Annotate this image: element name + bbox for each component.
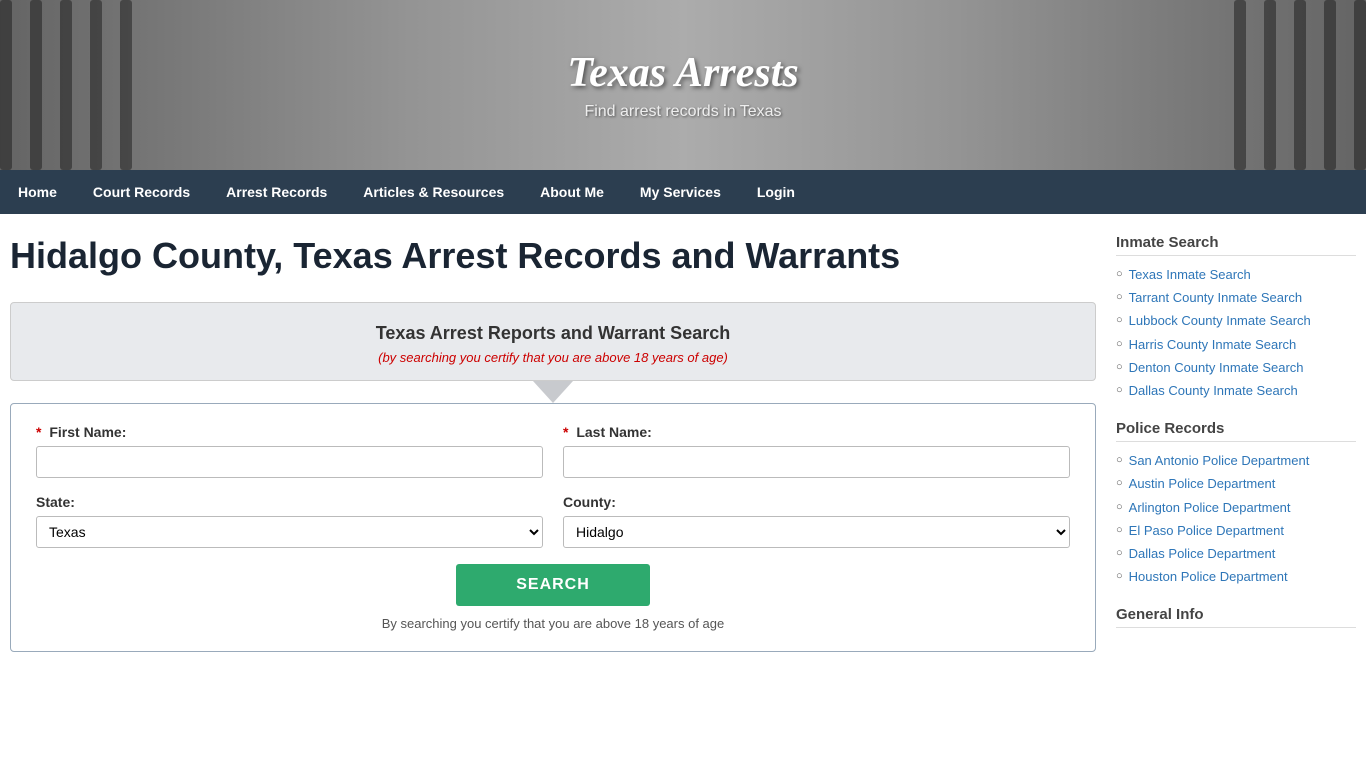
last-name-label-text: Last Name: [576,424,651,440]
county-group: County: Hidalgo [563,494,1070,548]
main-layout: Hidalgo County, Texas Arrest Records and… [0,214,1366,672]
inmate-search-title: Inmate Search [1116,234,1356,256]
police-link-san-antonio[interactable]: San Antonio Police Department [1129,452,1310,470]
police-records-list: San Antonio Police Department Austin Pol… [1116,452,1356,586]
site-title: Texas Arrests [567,49,798,97]
list-item: Lubbock County Inmate Search [1116,312,1356,330]
last-name-group: * Last Name: [563,424,1070,478]
police-link-austin[interactable]: Austin Police Department [1129,475,1276,493]
nav-item-court-records[interactable]: Court Records [75,170,208,214]
first-name-required-star: * [36,424,41,440]
header-title-wrap: Texas Arrests Find arrest records in Tex… [567,49,798,121]
list-item: Texas Inmate Search [1116,266,1356,284]
nav-item-services[interactable]: My Services [622,170,739,214]
site-subtitle: Find arrest records in Texas [567,103,798,121]
sidebar: Inmate Search Texas Inmate Search Tarran… [1116,234,1356,652]
inmate-link-denton[interactable]: Denton County Inmate Search [1129,359,1304,377]
list-item: Austin Police Department [1116,475,1356,493]
form-footer-note: By searching you certify that you are ab… [36,616,1070,631]
page-title: Hidalgo County, Texas Arrest Records and… [10,234,1096,277]
nav-item-arrest-records[interactable]: Arrest Records [208,170,345,214]
list-item: San Antonio Police Department [1116,452,1356,470]
nav-item-about[interactable]: About Me [522,170,622,214]
sidebar-general-info: General Info [1116,606,1356,628]
down-arrow-icon [533,381,573,403]
sidebar-police-records: Police Records San Antonio Police Depart… [1116,420,1356,586]
last-name-required-star: * [563,424,568,440]
county-select[interactable]: Hidalgo [563,516,1070,548]
nav-link-arrest-records[interactable]: Arrest Records [208,170,345,214]
list-item: Tarrant County Inmate Search [1116,289,1356,307]
list-item: Houston Police Department [1116,568,1356,586]
county-label: County: [563,494,1070,510]
nav-link-articles[interactable]: Articles & Resources [345,170,522,214]
police-records-title: Police Records [1116,420,1356,442]
nav-link-court-records[interactable]: Court Records [75,170,208,214]
list-item: El Paso Police Department [1116,522,1356,540]
main-navbar: Home Court Records Arrest Records Articl… [0,170,1366,214]
nav-link-services[interactable]: My Services [622,170,739,214]
state-group: State: Texas [36,494,543,548]
search-box-title: Texas Arrest Reports and Warrant Search [31,323,1075,344]
state-label: State: [36,494,543,510]
inmate-link-texas[interactable]: Texas Inmate Search [1129,266,1251,284]
name-row: * First Name: * Last Name: [36,424,1070,478]
list-item: Dallas County Inmate Search [1116,382,1356,400]
list-item: Harris County Inmate Search [1116,336,1356,354]
police-link-houston[interactable]: Houston Police Department [1129,568,1288,586]
search-button[interactable]: SEARCH [456,564,650,606]
first-name-input[interactable] [36,446,543,478]
nav-link-about[interactable]: About Me [522,170,622,214]
nav-item-login[interactable]: Login [739,170,813,214]
first-name-label: * First Name: [36,424,543,440]
police-link-dallas[interactable]: Dallas Police Department [1129,545,1276,563]
first-name-group: * First Name: [36,424,543,478]
content-area: Hidalgo County, Texas Arrest Records and… [10,234,1096,652]
nav-link-home[interactable]: Home [0,170,75,214]
first-name-label-text: First Name: [49,424,126,440]
list-item: Dallas Police Department [1116,545,1356,563]
inmate-link-harris[interactable]: Harris County Inmate Search [1129,336,1297,354]
state-select[interactable]: Texas [36,516,543,548]
search-button-wrap: SEARCH [36,564,1070,606]
nav-item-articles[interactable]: Articles & Resources [345,170,522,214]
inmate-link-lubbock[interactable]: Lubbock County Inmate Search [1129,312,1311,330]
arrow-connector [10,381,1096,403]
location-row: State: Texas County: Hidalgo [36,494,1070,548]
list-item: Denton County Inmate Search [1116,359,1356,377]
last-name-input[interactable] [563,446,1070,478]
inmate-link-tarrant[interactable]: Tarrant County Inmate Search [1129,289,1302,307]
search-certify-text: (by searching you certify that you are a… [31,350,1075,365]
general-info-title: General Info [1116,606,1356,628]
inmate-search-list: Texas Inmate Search Tarrant County Inmat… [1116,266,1356,400]
police-link-el-paso[interactable]: El Paso Police Department [1129,522,1284,540]
nav-link-login[interactable]: Login [739,170,813,214]
site-header: Texas Arrests Find arrest records in Tex… [0,0,1366,170]
sidebar-inmate-search: Inmate Search Texas Inmate Search Tarran… [1116,234,1356,400]
form-area: * First Name: * Last Name: State: [10,403,1096,652]
search-container: Texas Arrest Reports and Warrant Search … [10,302,1096,381]
jail-bars-right [1206,0,1366,170]
nav-item-home[interactable]: Home [0,170,75,214]
police-link-arlington[interactable]: Arlington Police Department [1129,499,1291,517]
inmate-link-dallas[interactable]: Dallas County Inmate Search [1129,382,1298,400]
list-item: Arlington Police Department [1116,499,1356,517]
jail-bars-left [0,0,160,170]
last-name-label: * Last Name: [563,424,1070,440]
